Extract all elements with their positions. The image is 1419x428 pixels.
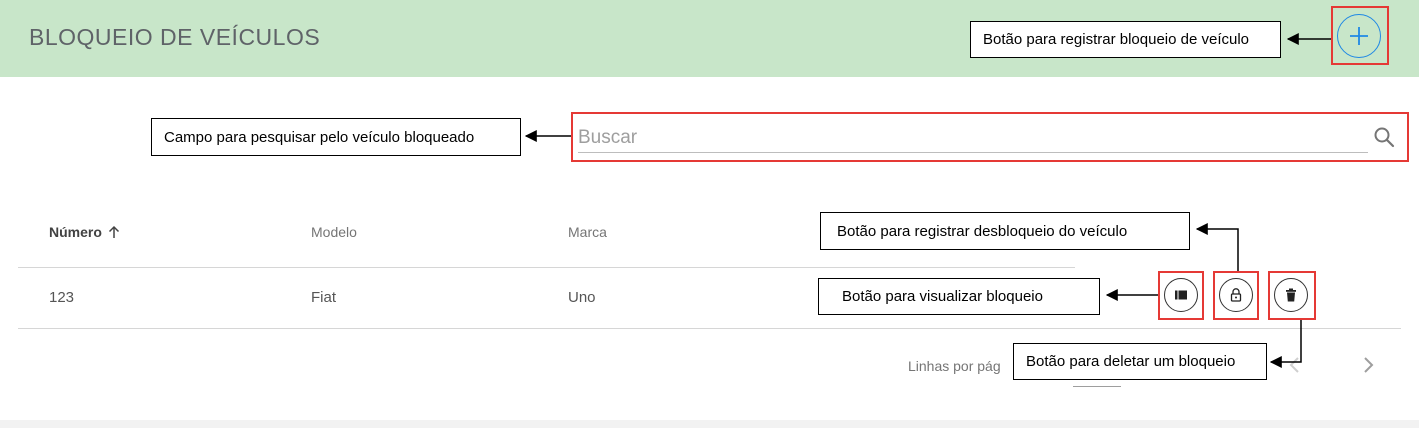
arrow-unlock bbox=[1195, 223, 1239, 271]
next-page-icon[interactable] bbox=[1358, 354, 1378, 376]
callout-delete: Botão para deletar um bloqueio bbox=[1013, 343, 1267, 380]
view-button-highlight bbox=[1158, 271, 1204, 320]
page-title: BLOQUEIO DE VEÍCULOS bbox=[29, 24, 321, 50]
callout-unlock: Botão para registrar desbloqueio do veíc… bbox=[820, 212, 1190, 250]
rows-per-page-underline bbox=[1073, 386, 1121, 387]
column-header-label: Número bbox=[49, 224, 102, 240]
previous-page-icon[interactable] bbox=[1285, 354, 1305, 376]
page: BLOQUEIO DE VEÍCULOS Botão para registra… bbox=[0, 0, 1419, 428]
add-button-highlight bbox=[1331, 6, 1389, 65]
footer-strip bbox=[0, 420, 1419, 428]
column-header-marca[interactable]: Marca bbox=[568, 224, 607, 240]
delete-button-highlight bbox=[1268, 271, 1316, 320]
callout-add-block: Botão para registrar bloqueio de veículo bbox=[970, 21, 1281, 58]
header-divider bbox=[18, 267, 1075, 268]
row-divider bbox=[18, 328, 1401, 329]
column-header-modelo[interactable]: Modelo bbox=[311, 224, 357, 240]
sort-arrow-up-icon bbox=[108, 225, 119, 238]
cell-marca: Uno bbox=[568, 289, 596, 306]
rows-per-page-label: Linhas por pág bbox=[908, 358, 1001, 374]
callout-view: Botão para visualizar bloqueio bbox=[818, 278, 1100, 315]
cell-numero: 123 bbox=[49, 289, 75, 306]
cell-modelo: Fiat bbox=[311, 289, 337, 306]
column-header-numero[interactable]: Número bbox=[49, 224, 120, 240]
search-highlight bbox=[571, 112, 1409, 162]
callout-search-field: Campo para pesquisar pelo veículo bloque… bbox=[151, 118, 521, 156]
unlock-button-highlight bbox=[1213, 271, 1259, 320]
